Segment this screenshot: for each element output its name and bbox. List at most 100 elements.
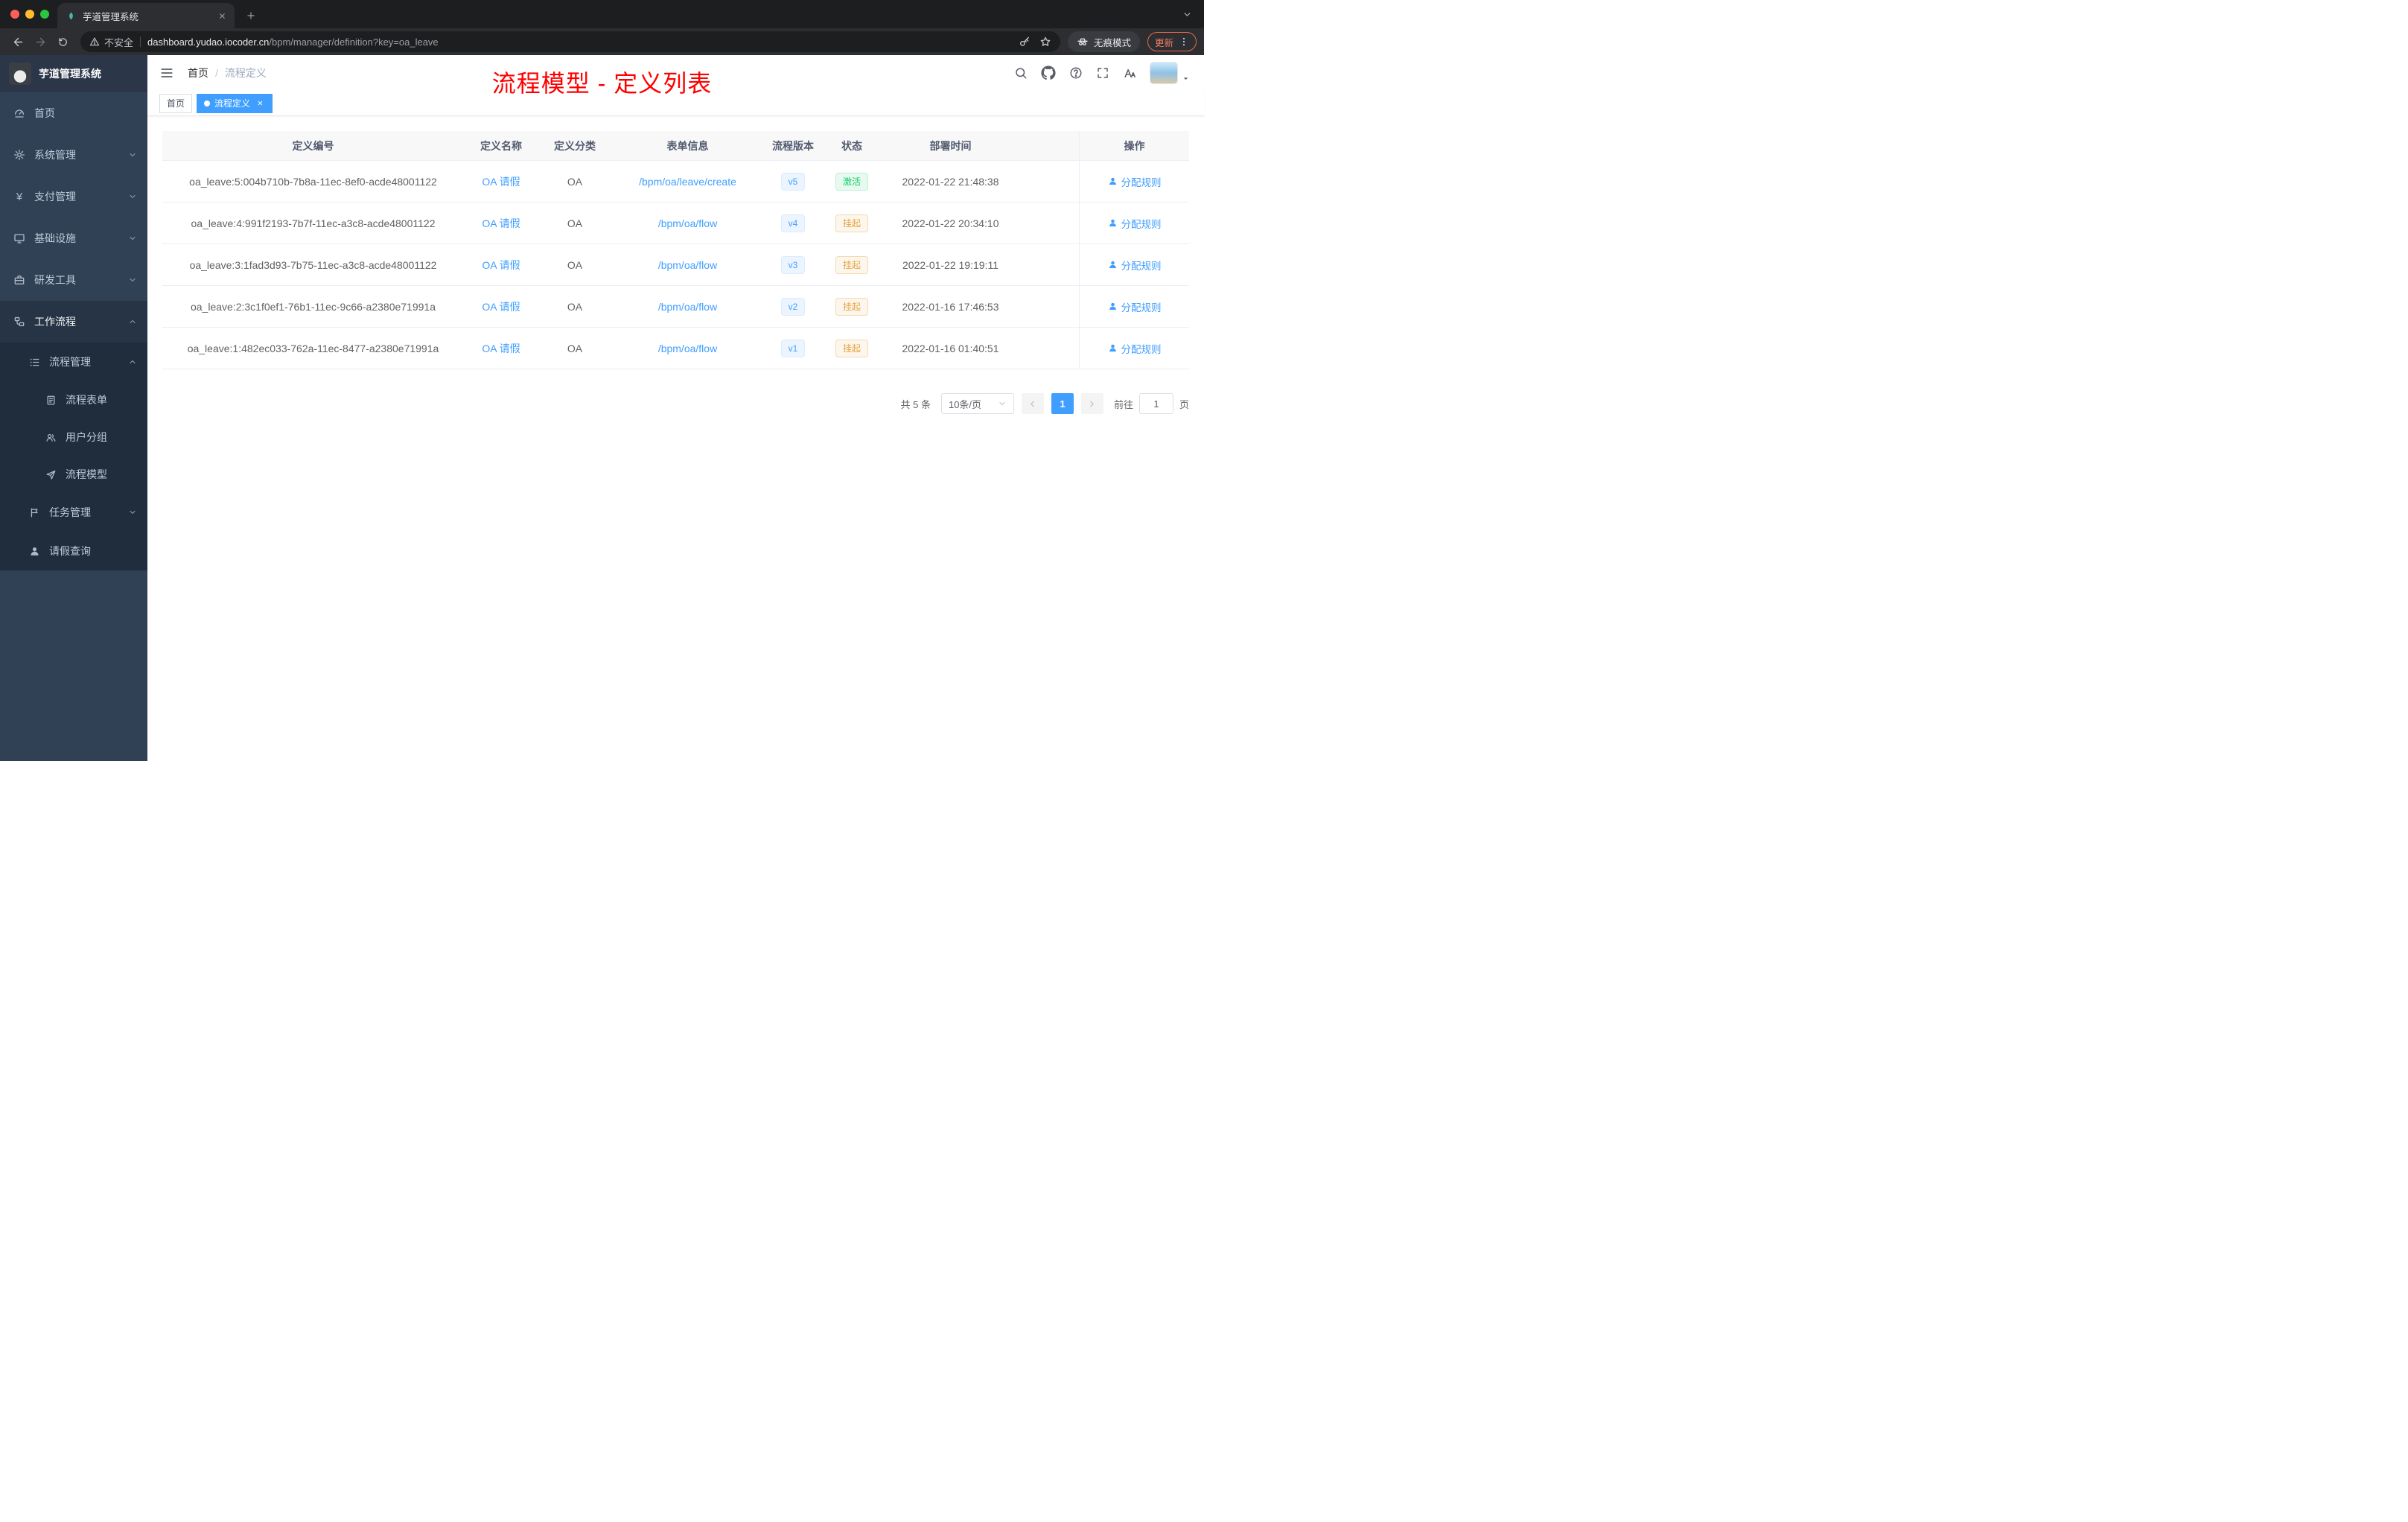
next-page-button[interactable]: [1080, 393, 1103, 414]
pagination-total: 共 5 条: [900, 398, 931, 410]
deploy-time: 2022-01-16 17:46:53: [882, 286, 1019, 328]
breadcrumb-home-link[interactable]: 首页: [188, 66, 208, 80]
browser-update-chip[interactable]: 更新: [1147, 32, 1197, 51]
form-icon: [45, 395, 57, 406]
assign-rule-link[interactable]: 分配规则: [1108, 174, 1162, 189]
browser-tab[interactable]: 芋道管理系统: [57, 3, 235, 28]
definition-name-link[interactable]: OA 请假: [482, 217, 520, 229]
assign-rule-link[interactable]: 分配规则: [1108, 258, 1162, 273]
security-label: 不安全: [104, 36, 134, 48]
assign-rule-link[interactable]: 分配规则: [1108, 341, 1162, 356]
definition-name-link[interactable]: OA 请假: [482, 343, 520, 354]
annotation-title: 流程模型 - 定义列表: [491, 70, 713, 97]
monitor-icon: [13, 232, 25, 244]
navbar-actions: [1014, 63, 1191, 83]
sidebar-item-process-management[interactable]: 流程管理: [0, 343, 147, 381]
sidebar: 芋道管理系统 首页 系统管理 ¥ 支付管理 基础设施 研发工具 工作流程 流程管…: [0, 55, 147, 761]
github-icon[interactable]: [1041, 66, 1056, 80]
zoom-window-button[interactable]: [40, 10, 49, 19]
goto-page-input[interactable]: [1138, 393, 1173, 414]
forward-button[interactable]: [30, 31, 51, 52]
not-secure-warning-icon: [89, 36, 100, 47]
prev-page-button[interactable]: [1021, 393, 1044, 414]
paper-plane-icon: [45, 469, 57, 480]
definition-name-link[interactable]: OA 请假: [482, 301, 520, 313]
page-content: 定义编号 定义名称 定义分类 表单信息 流程版本 状态 部署时间 操作 oa_l…: [147, 116, 1204, 761]
sidebar-item-process-form[interactable]: 流程表单: [0, 381, 147, 418]
incognito-icon: [1077, 36, 1089, 48]
assign-rule-link[interactable]: 分配规则: [1108, 299, 1162, 314]
assign-rule-link[interactable]: 分配规则: [1108, 216, 1162, 231]
page-number-1[interactable]: 1: [1051, 393, 1074, 414]
security-indicator[interactable]: 不安全: [89, 35, 133, 49]
sidebar-item-system[interactable]: 系统管理: [0, 134, 147, 176]
sidebar-item-dev-tools[interactable]: 研发工具: [0, 259, 147, 301]
page-url: dashboard.yudao.iocoder.cn/bpm/manager/d…: [147, 36, 439, 48]
sidebar-item-task-management[interactable]: 任务管理: [0, 493, 147, 532]
definition-name-link[interactable]: OA 请假: [482, 259, 520, 271]
url-path: /bpm/manager/definition?key=oa_leave: [269, 36, 439, 48]
sidebar-collapse-icon[interactable]: [159, 66, 174, 80]
version-badge: v1: [780, 339, 806, 357]
users-icon: [45, 432, 57, 443]
sidebar-item-process-model[interactable]: 流程模型: [0, 456, 147, 493]
tag-close-icon[interactable]: [255, 98, 265, 109]
minimize-window-button[interactable]: [25, 10, 34, 19]
fullscreen-icon[interactable]: [1096, 66, 1109, 80]
tab-title: 芋道管理系统: [83, 11, 139, 22]
search-icon[interactable]: [1014, 66, 1028, 80]
help-question-icon[interactable]: [1069, 66, 1083, 80]
definition-id: oa_leave:3:1fad3d93-7b75-11ec-a3c8-acde4…: [162, 244, 464, 286]
sidebar-item-workflow[interactable]: 工作流程: [0, 301, 147, 343]
status-badge: 激活: [835, 172, 868, 191]
user-icon: [28, 546, 40, 557]
form-info-link[interactable]: /bpm/oa/flow: [658, 259, 717, 271]
user-menu[interactable]: [1150, 63, 1191, 83]
back-button[interactable]: [7, 31, 28, 52]
browser-menu-icon[interactable]: [1179, 36, 1189, 47]
tab-close-icon[interactable]: [215, 9, 229, 22]
tree-list-icon: [28, 357, 40, 368]
tag-home[interactable]: 首页: [159, 93, 193, 113]
breadcrumb-separator: /: [215, 67, 218, 79]
definition-category: OA: [538, 161, 611, 203]
sidebar-item-user-group[interactable]: 用户分组: [0, 418, 147, 456]
browser-chrome: 芋道管理系统 不安全 dashboard.yudao.iocoder.cn/bp…: [0, 0, 1204, 55]
tag-process-definition[interactable]: 流程定义: [197, 93, 273, 113]
sidebar-item-payment[interactable]: ¥ 支付管理: [0, 176, 147, 217]
sidebar-item-home[interactable]: 首页: [0, 92, 147, 134]
definition-name-link[interactable]: OA 请假: [482, 176, 520, 188]
deploy-time: 2022-01-16 01:40:51: [882, 328, 1019, 369]
dashboard-icon: [13, 107, 25, 119]
form-info-link[interactable]: /bpm/oa/flow: [658, 217, 717, 229]
user-avatar: [1150, 63, 1177, 83]
sidebar-item-leave-query[interactable]: 请假查询: [0, 532, 147, 570]
tab-favicon-icon: [66, 11, 76, 21]
password-key-icon[interactable]: [1019, 36, 1031, 48]
caret-down-icon: [1181, 74, 1191, 83]
sidebar-item-infrastructure[interactable]: 基础设施: [0, 217, 147, 259]
col-definition-id: 定义编号: [162, 131, 464, 161]
tab-strip: 芋道管理系统: [0, 0, 1204, 28]
deploy-time: 2022-01-22 20:34:10: [882, 203, 1019, 244]
font-size-icon[interactable]: [1123, 66, 1137, 80]
url-input[interactable]: 不安全 dashboard.yudao.iocoder.cn/bpm/manag…: [80, 31, 1060, 52]
version-badge: v2: [780, 297, 806, 316]
main-area: 首页 / 流程定义 首页 流程定义 定义编号 定义名称 定义分类 表单信息 流程…: [147, 55, 1204, 761]
reload-button[interactable]: [52, 31, 73, 52]
chevron-down-icon: [128, 192, 137, 201]
form-info-link[interactable]: /bpm/oa/leave/create: [639, 176, 736, 188]
form-info-link[interactable]: /bpm/oa/flow: [658, 343, 717, 354]
chevron-down-icon: [998, 399, 1007, 408]
page-size-select[interactable]: 10条/页: [940, 393, 1014, 414]
tab-search-icon[interactable]: [1182, 10, 1192, 19]
bookmark-star-icon[interactable]: [1039, 36, 1051, 48]
table-row: oa_leave:3:1fad3d93-7b75-11ec-a3c8-acde4…: [162, 244, 1189, 286]
new-tab-button[interactable]: [241, 5, 261, 26]
close-window-button[interactable]: [10, 10, 19, 19]
pagination: 共 5 条 10条/页 1 前往 页: [162, 393, 1189, 414]
form-info-link[interactable]: /bpm/oa/flow: [658, 301, 717, 313]
status-badge: 挂起: [835, 297, 868, 316]
sidebar-logo[interactable]: 芋道管理系统: [0, 55, 147, 92]
table-row: oa_leave:4:991f2193-7b7f-11ec-a3c8-acde4…: [162, 203, 1189, 244]
